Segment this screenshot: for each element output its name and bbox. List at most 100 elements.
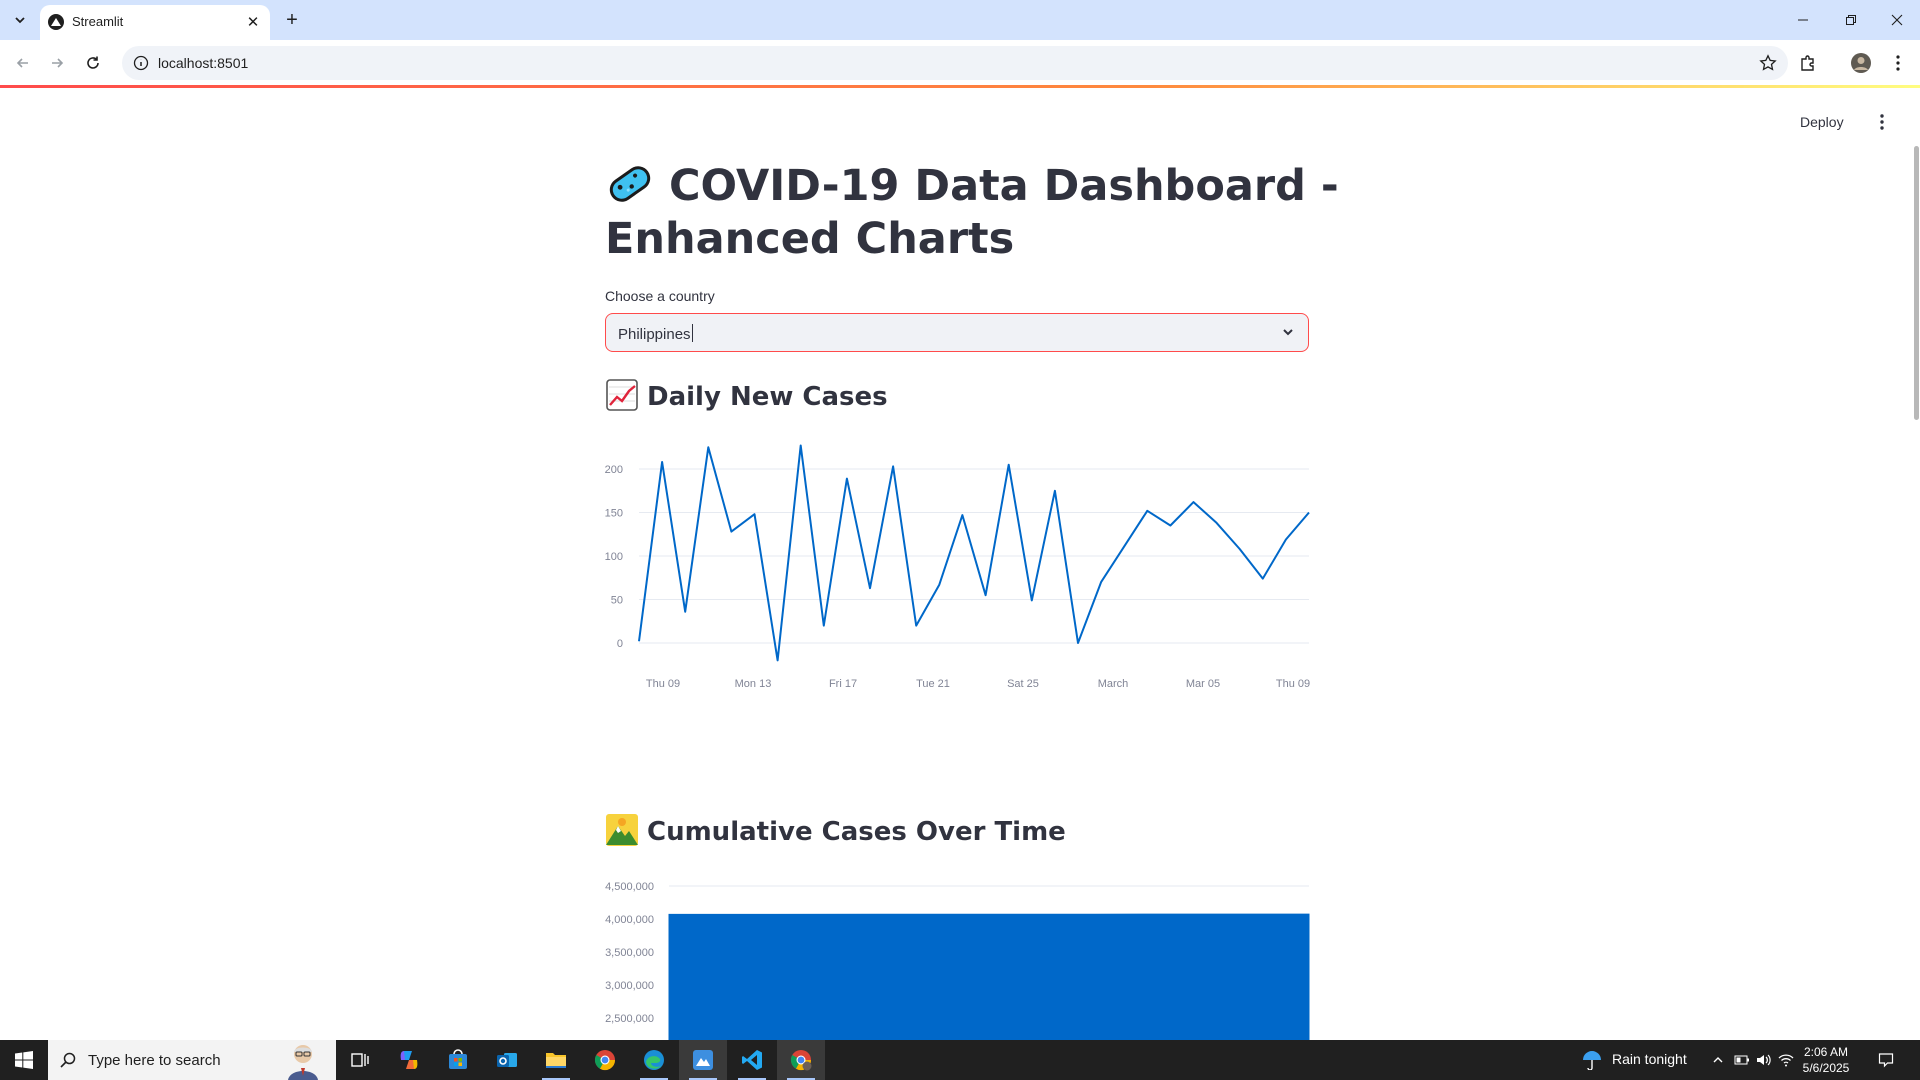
x-tick-label: Thu 09 (646, 678, 680, 690)
vscode-icon (742, 1050, 762, 1070)
daily-cases-title: Daily New Cases (647, 382, 888, 412)
bookmark-star-icon[interactable] (1758, 53, 1778, 73)
start-button[interactable] (0, 1040, 48, 1080)
minimize-button[interactable] (1780, 0, 1826, 40)
taskbar-clock[interactable]: 2:06 AM 5/6/2025 (1796, 1044, 1856, 1076)
outlook-icon (497, 1053, 517, 1067)
site-info-icon[interactable] (132, 54, 150, 72)
clock-date: 5/6/2025 (1802, 1061, 1850, 1075)
cumulative-cases-chart: 4,500,000 4,000,000 3,500,000 3,000,000 2,50… (605, 881, 1310, 1040)
profile-avatar-icon[interactable] (1846, 48, 1876, 78)
chevron-down-icon (15, 17, 25, 24)
reload-icon (87, 56, 99, 69)
browser-menu-icon[interactable] (1883, 48, 1913, 78)
chevron-down-icon[interactable] (1280, 324, 1296, 340)
chrome-profile-icon (790, 1050, 812, 1071)
close-window-button[interactable] (1874, 0, 1920, 40)
search-highlight-icon (288, 1045, 318, 1080)
network-icon[interactable] (1778, 1052, 1794, 1068)
streamlit-favicon-icon (48, 14, 64, 30)
back-button[interactable] (8, 48, 38, 78)
new-tab-button[interactable]: + (280, 8, 304, 32)
vscode-app[interactable] (728, 1040, 776, 1080)
daily-cases-chart: 0 50 100 150 200 Thu 09 Mon 13 Fri 17 Tue 21 Sat … (605, 444, 1310, 690)
outlook-app[interactable] (483, 1040, 531, 1080)
browser-tab-bar: Streamlit ✕ + (0, 0, 1920, 40)
extensions-icon[interactable] (1793, 48, 1823, 78)
close-icon (1891, 14, 1903, 26)
reload-button[interactable] (78, 48, 108, 78)
chevron-up-icon[interactable] (1710, 1052, 1726, 1068)
y-tick-label: 2,500,000 (605, 1013, 654, 1025)
page-scrollbar[interactable] (1914, 146, 1919, 420)
file-explorer-app[interactable] (532, 1040, 580, 1080)
chrome-active-app[interactable] (777, 1040, 825, 1080)
text-caret (691, 324, 693, 342)
y-tick-label: 50 (611, 595, 623, 607)
app-icon (693, 1050, 713, 1070)
deploy-button[interactable]: Deploy (1800, 114, 1844, 130)
minimize-icon (1798, 19, 1808, 21)
chrome-app[interactable] (581, 1040, 629, 1080)
forward-button[interactable] (42, 48, 72, 78)
cumulative-cases-heading: Cumulative Cases Over Time (605, 813, 1066, 847)
x-tick-label: Tue 21 (916, 678, 950, 690)
y-tick-label: 4,000,000 (605, 914, 654, 926)
folder-icon (546, 1053, 566, 1068)
x-tick-label: Mar 05 (1186, 678, 1220, 690)
windows-taskbar: Type here to search Rain tonight 2:06 AM… (0, 1040, 1920, 1080)
weather-rain-icon[interactable] (1580, 1050, 1604, 1070)
daily-cases-line (638, 444, 1310, 662)
cumulative-cases-area (668, 913, 1310, 1040)
notifications-icon[interactable] (1878, 1052, 1894, 1068)
tab-search-button[interactable] (8, 8, 32, 32)
x-tick-label: Mon 13 (735, 678, 772, 690)
browser-tab[interactable]: Streamlit ✕ (40, 5, 270, 40)
pinned-app[interactable] (679, 1040, 727, 1080)
x-tick-label: Sat 25 (1007, 678, 1039, 690)
cumulative-cases-title: Cumulative Cases Over Time (647, 817, 1066, 847)
store-icon (449, 1049, 467, 1069)
edge-app[interactable] (630, 1040, 678, 1080)
y-tick-label: 3,500,000 (605, 947, 654, 959)
y-tick-label: 100 (605, 551, 623, 563)
search-icon (60, 1052, 76, 1068)
tab-title: Streamlit (72, 14, 124, 29)
edge-icon (644, 1050, 664, 1070)
arrow-left-icon (16, 58, 28, 68)
taskbar-search-placeholder: Type here to search (88, 1052, 221, 1069)
volume-icon[interactable] (1756, 1052, 1772, 1068)
battery-icon[interactable] (1734, 1052, 1750, 1068)
mountain-icon (606, 814, 638, 846)
x-tick-label: Fri 17 (829, 678, 857, 690)
y-tick-label: 150 (605, 508, 623, 520)
task-view-icon (351, 1053, 369, 1067)
streamlit-app: Deploy COVID-19 Data Dashboard - Enhance (0, 88, 1920, 1040)
arrow-right-icon (52, 58, 64, 68)
chart-increasing-icon (606, 379, 638, 411)
taskbar-search[interactable]: Type here to search (48, 1040, 336, 1080)
restore-icon (1846, 15, 1856, 25)
url-text: localhost:8501 (158, 55, 249, 71)
tab-close-icon[interactable]: ✕ (244, 13, 262, 31)
restore-button[interactable] (1828, 0, 1874, 40)
country-select[interactable]: Philippines (605, 313, 1309, 352)
clock-time: 2:06 AM (1803, 1045, 1849, 1059)
windows-logo-icon (15, 1051, 33, 1069)
app-main-menu-icon[interactable] (1870, 110, 1894, 134)
microbe-icon (609, 166, 651, 202)
y-tick-label: 3,000,000 (605, 980, 654, 992)
country-select-value[interactable]: Philippines (618, 324, 693, 343)
country-select-label: Choose a country (605, 288, 715, 304)
chrome-icon (594, 1050, 616, 1071)
copilot-icon (400, 1051, 418, 1069)
address-bar[interactable]: localhost:8501 (122, 46, 1788, 80)
microsoft-store-app[interactable] (434, 1040, 482, 1080)
task-view-button[interactable] (336, 1040, 384, 1080)
y-tick-label: 200 (605, 464, 623, 476)
weather-text[interactable]: Rain tonight (1612, 1051, 1687, 1067)
y-tick-label: 4,500,000 (605, 881, 654, 893)
daily-cases-heading: Daily New Cases (605, 378, 888, 412)
title-line-1: COVID-19 Data Dashboard - (669, 161, 1339, 211)
copilot-app[interactable] (385, 1040, 433, 1080)
